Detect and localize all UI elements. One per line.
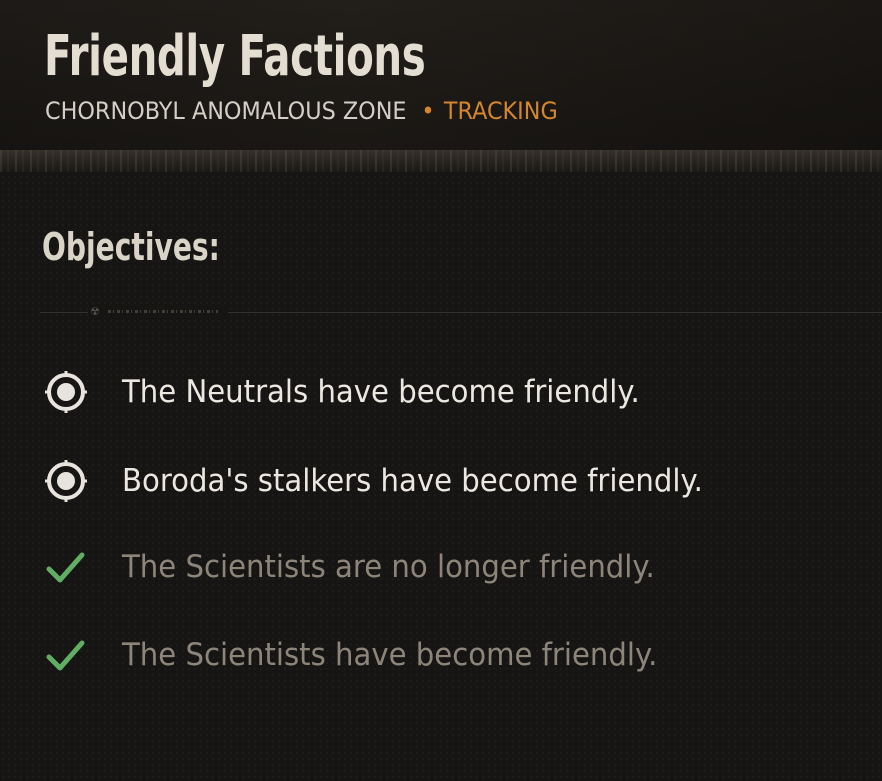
checkmark-icon [44, 545, 88, 589]
separator-dot: • [421, 97, 435, 125]
quest-subtitle: CHORNOBYL ANOMALOUS ZONE • TRACKING [45, 96, 558, 126]
quest-header: Friendly Factions CHORNOBYL ANOMALOUS ZO… [0, 0, 882, 172]
divider-ornament: ☢ [88, 305, 228, 319]
radiation-icon: ☢ [90, 305, 100, 318]
objective-text: The Scientists are no longer friendly. [122, 549, 655, 585]
divider-scribble [108, 310, 218, 313]
objective-text: The Neutrals have become friendly. [122, 374, 640, 410]
tracking-status[interactable]: TRACKING [444, 97, 558, 125]
objective-item[interactable]: The Neutrals have become friendly. [44, 370, 673, 414]
target-icon [44, 459, 88, 503]
target-icon [44, 370, 88, 414]
objective-text: Boroda's stalkers have become friendly. [122, 463, 703, 499]
objectives-heading: Objectives: [42, 225, 220, 269]
objective-item-completed[interactable]: The Scientists are no longer friendly. [44, 547, 689, 587]
checkmark-icon [44, 633, 88, 677]
objective-item-completed[interactable]: The Scientists have become friendly. [44, 635, 692, 675]
objective-text: The Scientists have become friendly. [122, 637, 658, 673]
location-label: CHORNOBYL ANOMALOUS ZONE [45, 97, 407, 125]
objective-item[interactable]: Boroda's stalkers have become friendly. [44, 459, 740, 503]
quest-title: Friendly Factions [44, 24, 426, 89]
